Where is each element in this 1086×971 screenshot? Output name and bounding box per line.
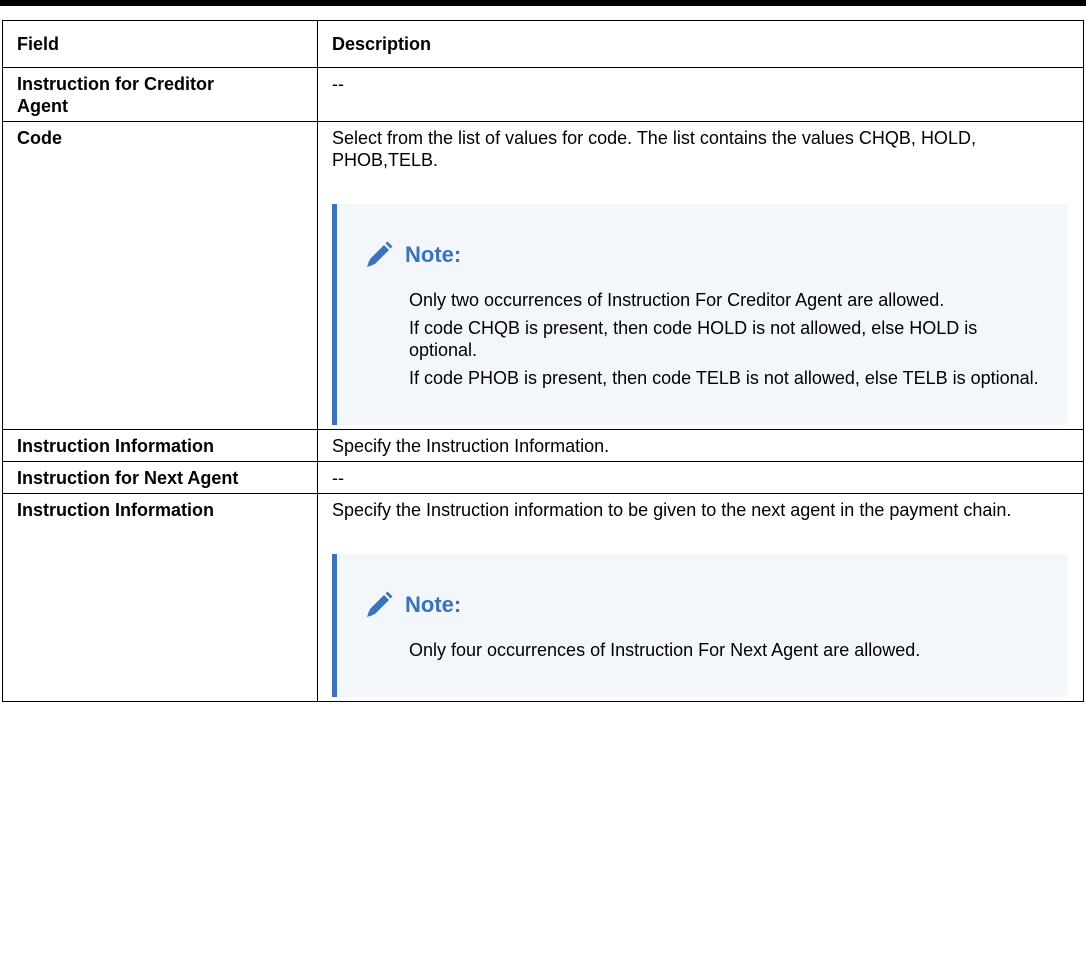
top-border-bar (0, 0, 1086, 6)
field-name: Code (17, 128, 62, 148)
pencil-icon (367, 241, 393, 267)
table-row: Instruction for Creditor Agent -- (2, 67, 1084, 122)
table-row: Instruction Information Specify the Inst… (2, 493, 1084, 702)
field-name: Instruction Information (17, 436, 214, 456)
fields-table: Field Description Instruction for Credit… (2, 20, 1084, 702)
field-description: Select from the list of values for code.… (332, 128, 976, 170)
field-description: -- (332, 468, 344, 488)
note-title: Note: (405, 592, 462, 617)
header-field-label: Field (17, 34, 60, 54)
pencil-icon (367, 591, 393, 617)
header-description: Description (317, 20, 1084, 68)
note-line: Only four occurrences of Instruction For… (409, 640, 921, 660)
header-field: Field (2, 20, 318, 68)
note-box: Note: Only four occurrences of Instructi… (332, 554, 1068, 697)
field-description: -- (332, 74, 344, 94)
table-row: Instruction for Next Agent -- (2, 461, 1084, 494)
field-description: Specify the Instruction Information. (332, 436, 610, 456)
table-row: Instruction Information Specify the Inst… (2, 429, 1084, 462)
note-box: Note: Only two occurrences of Instructio… (332, 204, 1068, 425)
table-header-row: Field Description (2, 20, 1084, 68)
note-line: If code PHOB is present, then code TELB … (409, 368, 1039, 388)
field-description: Specify the Instruction information to b… (332, 500, 1012, 520)
field-name: Instruction Information (17, 500, 214, 520)
note-line: If code CHQB is present, then code HOLD … (409, 318, 978, 360)
field-name: Instruction for Creditor Agent (17, 74, 214, 116)
note-line: Only two occurrences of Instruction For … (409, 290, 945, 310)
field-name: Instruction for Next Agent (17, 468, 239, 488)
note-title: Note: (405, 242, 462, 267)
table-row: Code Select from the list of values for … (2, 121, 1084, 430)
header-description-label: Description (332, 34, 432, 54)
